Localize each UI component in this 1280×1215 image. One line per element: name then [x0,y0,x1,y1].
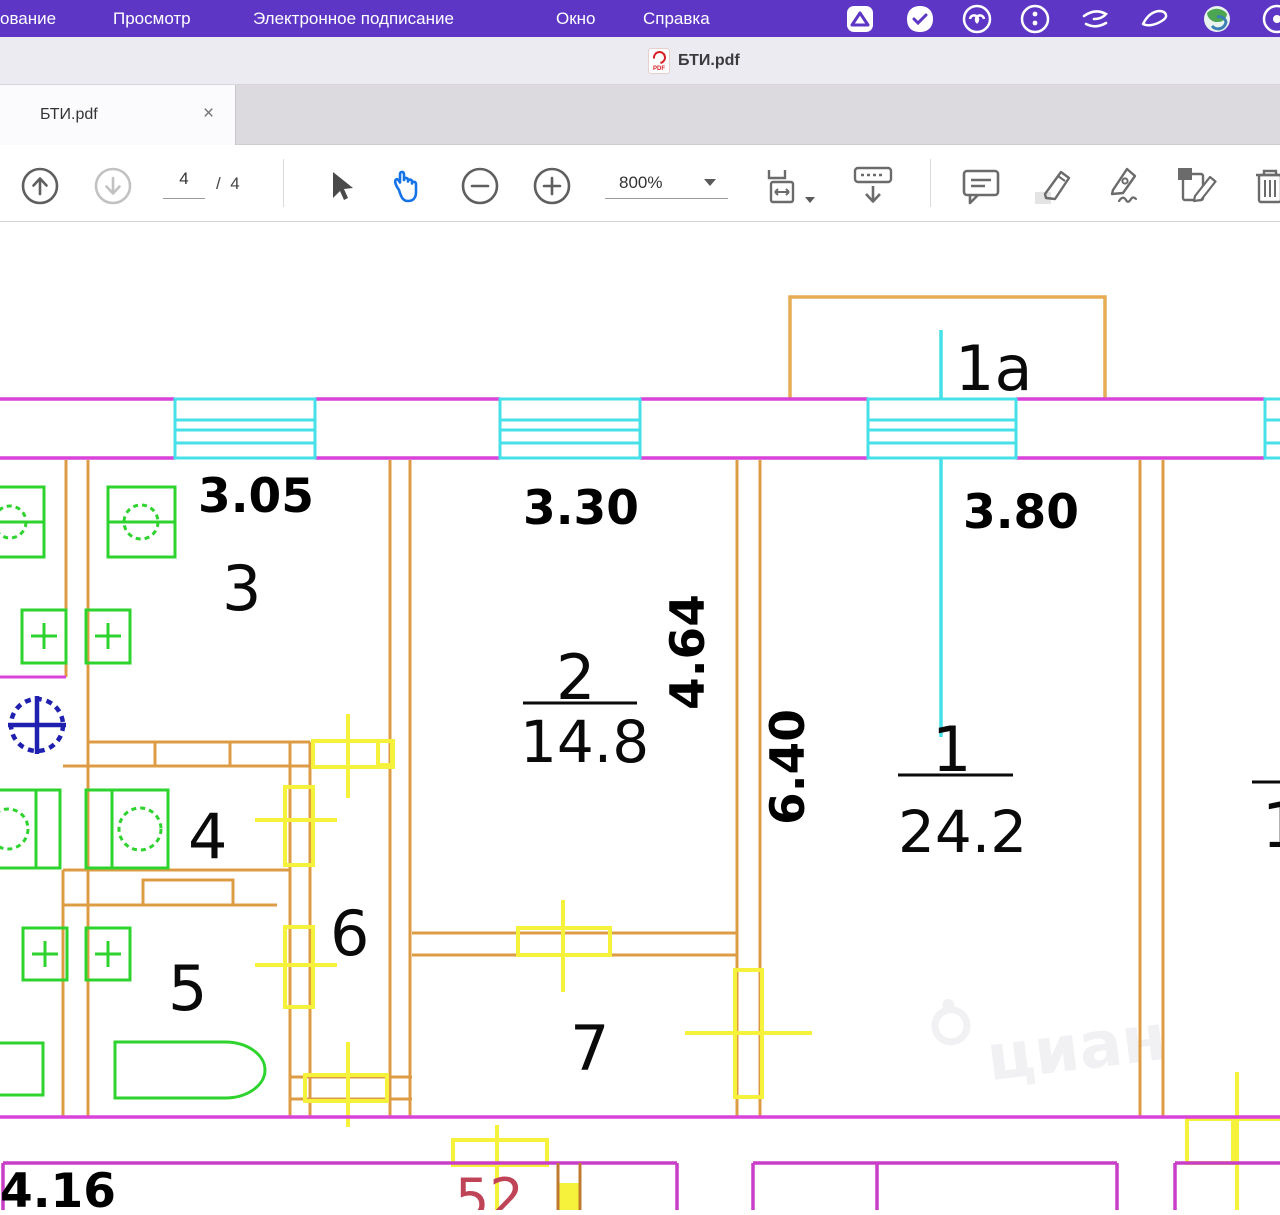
comment-tool-button[interactable] [961,166,1001,206]
menu-item-view[interactable]: Просмотр [113,0,191,37]
menu-item-editing[interactable]: ование [0,0,56,37]
select-tool-button[interactable] [320,166,360,206]
check-badge-icon[interactable] [905,4,935,34]
sink-left-bottom [23,928,67,980]
globe-icon[interactable] [1202,4,1232,34]
window-4-partial [1265,399,1280,458]
window-1 [175,399,315,458]
sink-room3 [86,610,130,663]
sink-room5 [86,928,130,980]
tab-close-icon[interactable]: × [203,85,214,143]
scroll-mode-button[interactable] [853,166,893,206]
menu-item-window[interactable]: Окно [556,0,596,37]
door-room3-corridor [313,714,393,798]
signature-tool-button[interactable] [1103,166,1143,206]
window-title-bar: PDF БТИ.pdf [0,37,1280,85]
dim-3-05: 3.05 [198,469,314,524]
svg-text:циан: циан [983,1001,1170,1096]
highlighter-tool-button[interactable] [1033,166,1073,206]
ventilation-symbol [8,696,66,754]
door-lower-right [1187,1072,1280,1210]
zoom-level-select[interactable]: 800% [605,169,728,199]
stove-left-partial [0,487,44,557]
svg-text:14.8: 14.8 [520,708,649,776]
menu-bar: ование Просмотр Электронное подписание О… [0,0,1280,37]
window-2 [500,399,640,458]
dim-6-40: 6.40 [761,709,816,825]
next-page-button[interactable] [93,166,133,206]
door-corridor-bottom [305,1042,387,1127]
svg-text:1: 1 [1262,789,1280,862]
floor-plan-drawing: циан 1а [0,222,1280,1210]
adjacent-room-fraction-partial: 1 [1252,782,1280,862]
room4-label: 4 [188,800,227,873]
bathtub-room5 [115,1042,265,1098]
tab-title: БТИ.pdf [40,85,98,145]
room2-area-fraction: 2 14.8 [520,641,649,776]
door-room4 [255,787,337,865]
toilet-room4 [86,790,168,868]
chevron-down-icon [704,179,716,186]
zoom-out-button[interactable] [460,166,500,206]
creative-cloud-icon[interactable] [962,4,992,34]
organize-pages-button[interactable] [1177,166,1217,206]
lower-unit-walls [3,1163,1280,1210]
zoom-level-value: 800% [619,173,662,193]
partial-circle-icon[interactable] [1262,4,1280,34]
room5-label: 5 [168,952,207,1025]
previous-page-button[interactable] [20,166,60,206]
dim-3-80: 3.80 [963,485,1079,540]
fit-options-caret-icon[interactable] [805,197,815,203]
vpn-swoosh-icon[interactable] [1080,4,1110,34]
toolbar-divider [283,159,284,207]
dim-4-64: 4.64 [661,594,716,710]
zoom-in-button[interactable] [532,166,572,206]
hand-tool-button[interactable] [388,166,428,206]
document-canvas[interactable]: циан 1а [0,222,1280,1210]
fixture-left-bottom-partial [0,1043,43,1095]
window-title: БТИ.pdf [678,52,740,70]
sink-left-top [22,610,66,663]
dots-circle-icon[interactable] [1020,4,1050,34]
cian-watermark: циан [932,973,1170,1102]
windows [175,399,1280,458]
room6-label: 6 [330,897,369,970]
fit-width-button[interactable] [763,166,803,206]
dim-4-16: 4.16 [0,1164,116,1210]
room7-label: 7 [570,1012,609,1085]
door-room2-room7 [518,900,610,992]
toilet-left-partial [0,790,60,868]
page-count: / 4 [216,169,240,199]
window-3 [868,399,1016,458]
page-number-input[interactable]: 4 [163,169,205,199]
pdf-file-icon: PDF [648,48,670,74]
lower-unit-label: 52 [455,1167,524,1210]
menu-item-esign[interactable]: Электронное подписание [253,0,454,37]
document-tab[interactable]: БТИ.pdf × [0,85,236,145]
toolbar-divider [930,159,931,207]
room3-label: 3 [222,552,261,625]
svg-text:24.2: 24.2 [898,798,1027,866]
balcony-label: 1а [955,332,1032,405]
toolbar: 4 / 4 800% [0,145,1280,222]
hat-swoosh-icon[interactable] [1140,4,1170,34]
acrobat-swirl-icon [650,48,668,66]
door-room5 [255,927,337,1007]
door-lower-partition [560,1185,578,1210]
menu-item-help[interactable]: Справка [643,0,710,37]
room1-area-fraction: 1 24.2 [898,713,1027,866]
delete-pages-button[interactable] [1252,166,1280,206]
stove-room3 [108,487,175,557]
tab-bar: БТИ.pdf × [0,85,1280,145]
triangle-app-icon[interactable] [845,4,875,34]
door-room7-room1 [685,970,812,1097]
balcony-outline [790,297,1105,399]
dim-3-30: 3.30 [523,481,639,536]
